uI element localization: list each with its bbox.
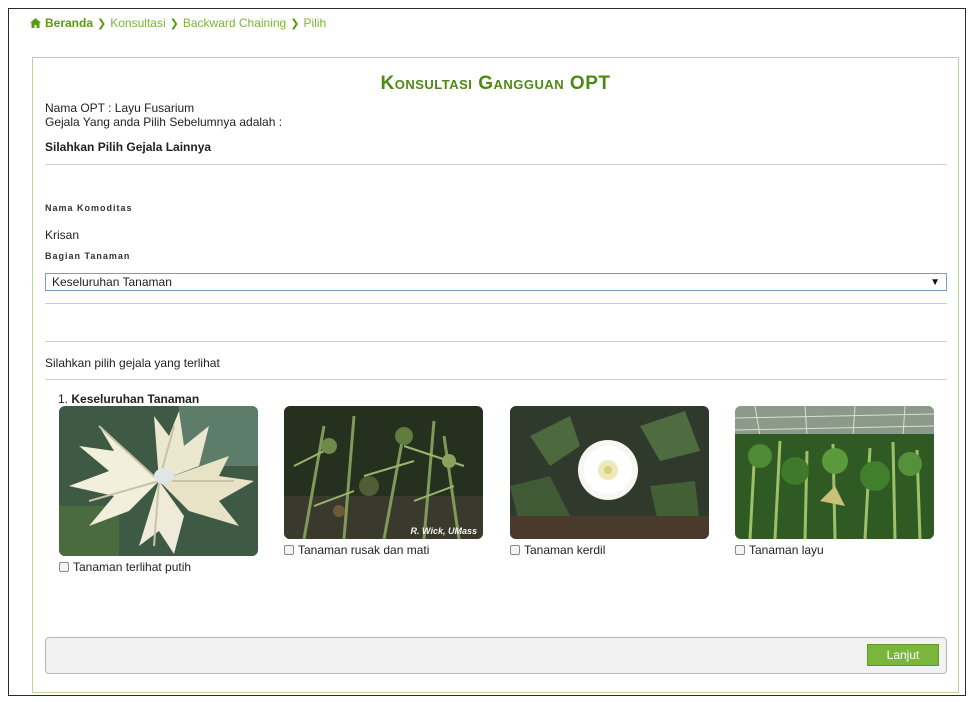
stunted-plant-photo [510, 406, 709, 539]
divider [45, 379, 947, 380]
symptom-group-number: 1. [58, 392, 69, 406]
previous-symptom-text: Gejala Yang anda Pilih Sebelumnya adalah… [45, 115, 283, 129]
breadcrumb: Beranda ❯ Konsultasi ❯ Backward Chaining… [30, 16, 326, 30]
home-icon [30, 18, 41, 28]
plant-part-selected-value: Keseluruhan Tanaman [52, 275, 172, 289]
opt-name-text: Nama OPT : Layu Fusarium [45, 101, 195, 115]
page-title: Konsultasi Gangguan OPT [380, 73, 611, 94]
symptom-label: Tanaman kerdil [524, 543, 606, 557]
symptom-checkbox-damaged-plant[interactable]: Tanaman rusak dan mati [284, 543, 429, 557]
breadcrumb-backward-chaining-link[interactable]: Backward Chaining [183, 16, 286, 30]
checkbox[interactable] [510, 545, 520, 555]
plant-part-select[interactable]: Keseluruhan Tanaman ▼ [45, 273, 947, 291]
breadcrumb-pilih-link[interactable]: Pilih [303, 16, 326, 30]
plant-part-label: Bagian Tanaman [45, 251, 131, 261]
form-footer: Lanjut [45, 637, 947, 674]
breadcrumb-konsultasi-link[interactable]: Konsultasi [110, 16, 165, 30]
next-button[interactable]: Lanjut [867, 644, 939, 666]
checkbox[interactable] [735, 545, 745, 555]
symptom-group-heading: 1. Keseluruhan Tanaman [58, 392, 199, 406]
commodity-label: Nama Komoditas [45, 203, 133, 213]
symptom-checkbox-stunted-plant[interactable]: Tanaman kerdil [510, 543, 605, 557]
symptom-label: Tanaman layu [749, 543, 824, 557]
damaged-plant-photo [284, 406, 483, 539]
symptom-image-wilted-plant[interactable] [735, 406, 934, 539]
dropdown-arrow-icon: ▼ [930, 276, 940, 288]
symptom-checkbox-white-plant[interactable]: Tanaman terlihat putih [59, 560, 191, 574]
symptom-prompt: Silahkan pilih gejala yang terlihat [45, 356, 220, 370]
checkbox[interactable] [284, 545, 294, 555]
wilted-plant-photo [735, 406, 934, 539]
consultation-panel: Konsultasi Gangguan OPT Nama OPT : Layu … [32, 57, 959, 693]
symptom-image-damaged-plant[interactable]: R. Wick, UMass [284, 406, 483, 539]
symptom-label: Tanaman terlihat putih [73, 560, 192, 574]
white-plant-photo [59, 406, 258, 556]
instruction-heading: Silahkan Pilih Gejala Lainnya [45, 140, 212, 154]
divider [45, 341, 947, 342]
image-credit: R. Wick, UMass [410, 526, 477, 536]
checkbox[interactable] [59, 562, 69, 572]
symptom-image-stunted-plant[interactable] [510, 406, 709, 539]
symptom-checkbox-wilted-plant[interactable]: Tanaman layu [735, 543, 824, 557]
chevron-right-icon: ❯ [97, 17, 107, 30]
breadcrumb-home-link[interactable]: Beranda [45, 16, 93, 30]
symptom-image-white-plant[interactable] [59, 406, 258, 556]
chevron-right-icon: ❯ [290, 17, 300, 30]
divider [45, 164, 947, 165]
divider [45, 303, 947, 304]
chevron-right-icon: ❯ [169, 17, 179, 30]
symptom-label: Tanaman rusak dan mati [298, 543, 430, 557]
symptom-group-title: Keseluruhan Tanaman [71, 392, 200, 406]
commodity-value: Krisan [45, 228, 80, 242]
